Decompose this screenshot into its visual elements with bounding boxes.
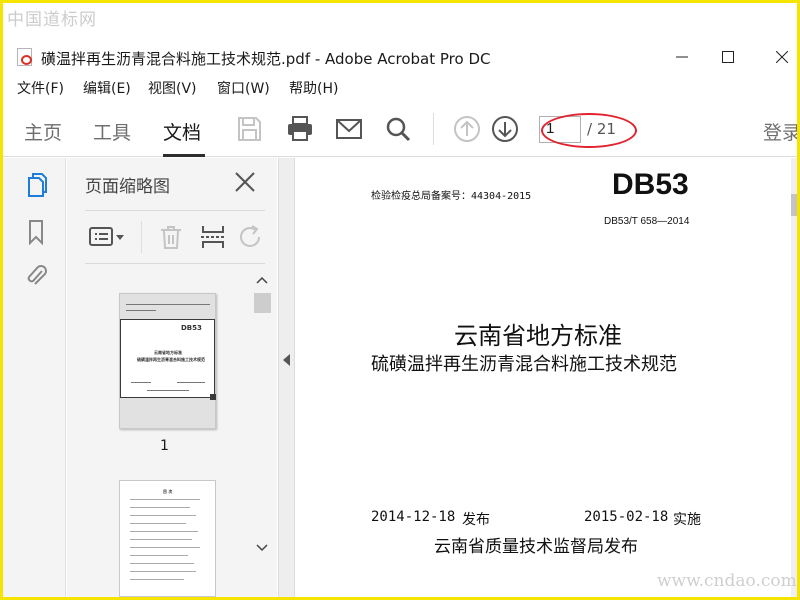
watermark-top: 中国道标网: [7, 10, 97, 30]
selected-page-box: DB53 云南省地方标准 硫磺温拌再生沥青混合料施工技术规范: [120, 319, 215, 398]
maximize-icon: [722, 51, 734, 63]
scroll-thumb[interactable]: [254, 293, 271, 313]
menu-file[interactable]: 文件(F): [17, 78, 64, 98]
thumb-title-line: 云南省地方标准: [154, 350, 182, 355]
thumbnail-toolbar: [85, 210, 265, 264]
chevron-up-icon[interactable]: [256, 275, 268, 285]
tab-home[interactable]: 主页: [24, 118, 62, 145]
document-scroll-thumb[interactable]: [791, 194, 797, 216]
next-page-icon[interactable]: [490, 114, 520, 144]
document-title: 云南省地方标准: [454, 322, 622, 350]
thumbnail-page-number: 1: [160, 438, 169, 454]
menu-window[interactable]: 窗口(W): [217, 78, 270, 98]
tab-tools[interactable]: 工具: [93, 118, 131, 145]
menu-help[interactable]: 帮助(H): [289, 78, 338, 98]
insert-page-icon[interactable]: [199, 223, 227, 251]
thumb-title-line: 硫磺温拌再生沥青混合料施工技术规范: [137, 357, 205, 362]
resize-handle[interactable]: [210, 394, 216, 400]
signin-link[interactable]: 登录: [763, 118, 797, 145]
rotate-icon[interactable]: [237, 223, 265, 251]
email-icon[interactable]: [334, 114, 364, 144]
close-icon[interactable]: [233, 170, 257, 194]
minimize-icon: [676, 56, 688, 58]
minimize-button[interactable]: [659, 43, 705, 71]
watermark-bottom: www.cndao.com: [657, 571, 797, 591]
thumbnail-panel: 页面缩略图 DB53 云南省地方标准 硫磺温拌再生沥青混合料施工技术规范 1 目…: [67, 158, 277, 597]
thumbnail-scrollbar[interactable]: [253, 273, 271, 563]
implementation-date: 2015-02-18: [584, 509, 669, 525]
tab-document[interactable]: 文档: [163, 118, 201, 145]
toolbar: 主页 工具 文档 1 / 21 登录: [3, 103, 797, 157]
close-button[interactable]: [759, 43, 797, 71]
title-bar: 磺温拌再生沥青混合料施工技术规范.pdf - Adobe Acrobat Pro…: [3, 43, 797, 73]
print-icon[interactable]: [285, 114, 315, 144]
red-highlight-ellipse: [541, 113, 637, 148]
chevron-down-icon[interactable]: [256, 543, 268, 553]
page-thumbnail-2[interactable]: 目 次: [119, 480, 216, 597]
options-menu-icon[interactable]: [87, 223, 127, 251]
standard-code: DB53: [612, 168, 689, 201]
issue-label: 发布: [462, 512, 490, 528]
page-thumbnail-1[interactable]: DB53 云南省地方标准 硫磺温拌再生沥青混合料施工技术规范: [119, 293, 216, 429]
thumb-toc-title: 目 次: [163, 489, 173, 494]
record-number: 检验检疫总局备案号：44304-2015: [371, 191, 532, 202]
document-scrollbar[interactable]: [791, 158, 797, 597]
panel-title: 页面缩略图: [85, 177, 170, 197]
collapse-panel-icon[interactable]: [283, 354, 290, 366]
menu-view[interactable]: 视图(V): [148, 78, 197, 98]
implementation-label: 实施: [673, 512, 701, 528]
menu-edit[interactable]: 编辑(E): [83, 78, 131, 98]
issue-date: 2014-12-18: [371, 509, 456, 525]
maximize-button[interactable]: [705, 43, 751, 71]
save-icon[interactable]: [234, 114, 264, 144]
window-title: 磺温拌再生沥青混合料施工技术规范.pdf - Adobe Acrobat Pro…: [41, 50, 491, 68]
app-window: 中国道标网 磺温拌再生沥青混合料施工技术规范.pdf - Adobe Acrob…: [3, 3, 797, 597]
search-icon[interactable]: [383, 114, 413, 144]
menu-bar: 文件(F) 编辑(E) 视图(V) 窗口(W) 帮助(H): [3, 75, 797, 99]
pdf-file-icon: [17, 48, 32, 66]
page-thumbnails-icon[interactable]: [23, 172, 49, 200]
navigation-rail: [3, 158, 66, 597]
document-page: 检验检疫总局备案号：44304-2015 DB53 DB53/T 658—201…: [296, 158, 797, 597]
publisher: 云南省质量技术监督局发布: [434, 537, 638, 557]
attachment-icon[interactable]: [23, 262, 49, 290]
bookmark-icon[interactable]: [23, 218, 49, 246]
previous-page-icon[interactable]: [452, 114, 482, 144]
toolbar-separator: [433, 113, 434, 145]
document-subtitle: 硫磺温拌再生沥青混合料施工技术规范: [371, 354, 677, 375]
close-icon: [776, 51, 788, 63]
active-tab-indicator: [163, 154, 205, 157]
panel-separator: [141, 221, 142, 253]
standard-number: DB53/T 658—2014: [604, 216, 690, 227]
thumb-code: DB53: [181, 324, 202, 332]
delete-icon[interactable]: [157, 223, 185, 251]
panel-splitter[interactable]: [278, 158, 295, 597]
